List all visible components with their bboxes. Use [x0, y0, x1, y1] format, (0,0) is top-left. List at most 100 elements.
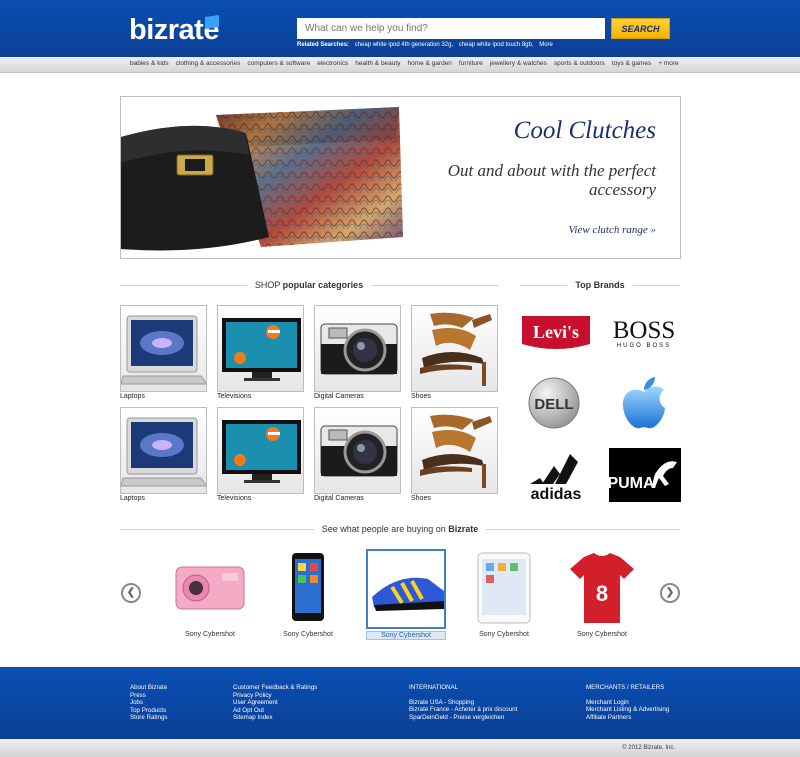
hugo-boss-logo[interactable]: BOSS HUGO BOSS	[608, 316, 680, 350]
category-tile-label[interactable]: Shoes	[411, 393, 431, 400]
footer-link[interactable]: Jobs	[130, 699, 168, 707]
sneaker-icon	[368, 551, 444, 636]
product-label[interactable]: Sony Cybershot	[464, 631, 544, 638]
category-tile[interactable]	[217, 407, 304, 494]
category-tile-label[interactable]: Televisions	[217, 495, 251, 502]
carousel-prev-button[interactable]: ❮	[121, 583, 141, 603]
product-label[interactable]: Sony Cybershot	[268, 631, 348, 638]
category-tile-label[interactable]: Digital Cameras	[314, 393, 364, 400]
hero-banner[interactable]: Cool Clutches Out and about with the per…	[120, 96, 681, 259]
category-tile[interactable]	[314, 305, 401, 392]
footer-link[interactable]: Bizrate France - Acheter à prix discount	[409, 706, 517, 714]
footer-link[interactable]: About Bizrate	[130, 684, 168, 692]
product-label[interactable]: Sony Cybershot	[366, 631, 446, 640]
footer-link[interactable]: Ad Opt Out	[233, 707, 317, 715]
television-icon	[218, 408, 303, 493]
apple-logo-icon[interactable]	[620, 376, 668, 430]
buying-heading: See what people are buying on Bizrate	[120, 522, 680, 536]
television-icon	[218, 306, 303, 391]
related-more-link[interactable]: More	[539, 42, 553, 48]
football-shirt-icon: 8	[562, 549, 642, 634]
nav-jewellery[interactable]: jewellery & watches	[490, 60, 547, 67]
nav-sports[interactable]: sports & outdoors	[554, 60, 605, 67]
nav-more[interactable]: + more	[658, 60, 678, 67]
category-tile[interactable]	[411, 305, 498, 392]
related-search-link[interactable]: cheap white ipod 4th generation 32g,	[355, 42, 453, 48]
category-tile-label[interactable]: Televisions	[217, 393, 251, 400]
product-card[interactable]	[366, 549, 446, 629]
product-card[interactable]	[464, 549, 544, 629]
shop-categories-heading: SHOP popular categories	[120, 278, 499, 292]
footer-link[interactable]: Affiliate Partners	[586, 714, 669, 722]
footer-link[interactable]: Sitemap Index	[233, 714, 317, 722]
related-searches-label: Related Searches:	[297, 42, 350, 48]
nav-toys[interactable]: toys & games	[612, 60, 651, 67]
related-search-link[interactable]: cheap white ipod touch 8gb,	[459, 42, 534, 48]
category-tile-label[interactable]: Shoes	[411, 495, 431, 502]
search-input[interactable]	[297, 18, 605, 39]
copyright: © 2012 Bizrate, Inc.	[622, 745, 675, 751]
shoe-icon	[412, 408, 497, 493]
footer-link[interactable]: Privacy Policy	[233, 692, 317, 700]
hero-subtitle: Out and about with the perfect accessory	[447, 161, 656, 199]
site-header: bizrate SEARCH Related Searches: cheap w…	[0, 0, 800, 57]
category-tile[interactable]	[314, 407, 401, 494]
product-card[interactable]: 8	[562, 549, 642, 629]
nav-computers[interactable]: computers & software	[247, 60, 310, 67]
footer-link[interactable]: Top Products	[130, 707, 168, 715]
view-clutch-range-link[interactable]: View clutch range »	[569, 224, 656, 236]
footer-link[interactable]: Merchant Listing & Advertising	[586, 706, 669, 714]
nav-health-beauty[interactable]: health & beauty	[355, 60, 400, 67]
product-card[interactable]	[268, 549, 348, 629]
clutch-bags-image	[121, 107, 403, 251]
category-tile[interactable]	[120, 407, 207, 494]
levis-logo[interactable]: Levi's	[520, 314, 592, 354]
adidas-logo[interactable]: adidas	[520, 448, 592, 503]
site-footer: About Bizrate Press Jobs Top Products St…	[0, 667, 800, 739]
category-tile-label[interactable]: Laptops	[120, 393, 145, 400]
product-label[interactable]: Sony Cybershot	[170, 631, 250, 638]
tablet-icon	[464, 549, 544, 634]
adidas-text: adidas	[531, 486, 582, 502]
footer-link[interactable]: Merchant Login	[586, 699, 669, 707]
footer-heading: INTERNATIONAL	[409, 684, 459, 691]
footer-col-policies: Customer Feedback & Ratings Privacy Poli…	[233, 684, 317, 722]
footer-link[interactable]: Press	[130, 692, 168, 700]
nav-home-garden[interactable]: home & garden	[407, 60, 451, 67]
svg-text:8: 8	[596, 581, 608, 606]
product-card[interactable]	[170, 549, 250, 629]
pink-camera-icon	[170, 549, 250, 634]
footer-link[interactable]: Customer Feedback & Ratings	[233, 684, 317, 692]
product-label[interactable]: Sony Cybershot	[562, 631, 642, 638]
category-tile[interactable]	[120, 305, 207, 392]
category-tile[interactable]	[411, 407, 498, 494]
nav-babies-kids[interactable]: babies & kids	[130, 60, 169, 67]
footer-link[interactable]: Store Ratings	[130, 714, 168, 722]
nav-furniture[interactable]: furniture	[459, 60, 483, 67]
nav-clothing[interactable]: clothing & accessories	[176, 60, 241, 67]
shoe-icon	[412, 306, 497, 391]
dell-logo[interactable]: DELL	[527, 376, 581, 430]
footer-link[interactable]: User Agreement	[233, 699, 317, 707]
camera-icon	[315, 306, 400, 391]
nav-electronics[interactable]: electronics	[317, 60, 348, 67]
bottom-bar: © 2012 Bizrate, Inc.	[0, 739, 800, 757]
hero-title: Cool Clutches	[513, 117, 656, 144]
smartphone-icon	[268, 549, 348, 634]
dell-text: DELL	[534, 396, 573, 413]
laptop-icon	[121, 306, 206, 391]
hugo-boss-text: HUGO BOSS	[617, 343, 671, 349]
footer-link[interactable]: Bizrate USA - Shopping	[409, 699, 517, 707]
carousel-next-button[interactable]: ❯	[660, 583, 680, 603]
category-tile-label[interactable]: Digital Cameras	[314, 495, 364, 502]
puma-text: PUMA	[609, 475, 655, 492]
shop-bold: popular categories	[282, 280, 364, 290]
footer-link[interactable]: SparDeinGeld - Preise vergleichen	[409, 714, 517, 722]
puma-logo[interactable]: PUMA	[607, 448, 681, 502]
boss-text: BOSS	[613, 317, 676, 344]
category-tile-label[interactable]: Laptops	[120, 495, 145, 502]
search-button[interactable]: SEARCH	[611, 18, 670, 39]
footer-heading: MERCHANTS / RETAILERS	[586, 684, 665, 691]
category-tile[interactable]	[217, 305, 304, 392]
related-searches: Related Searches: cheap white ipod 4th g…	[297, 42, 557, 48]
